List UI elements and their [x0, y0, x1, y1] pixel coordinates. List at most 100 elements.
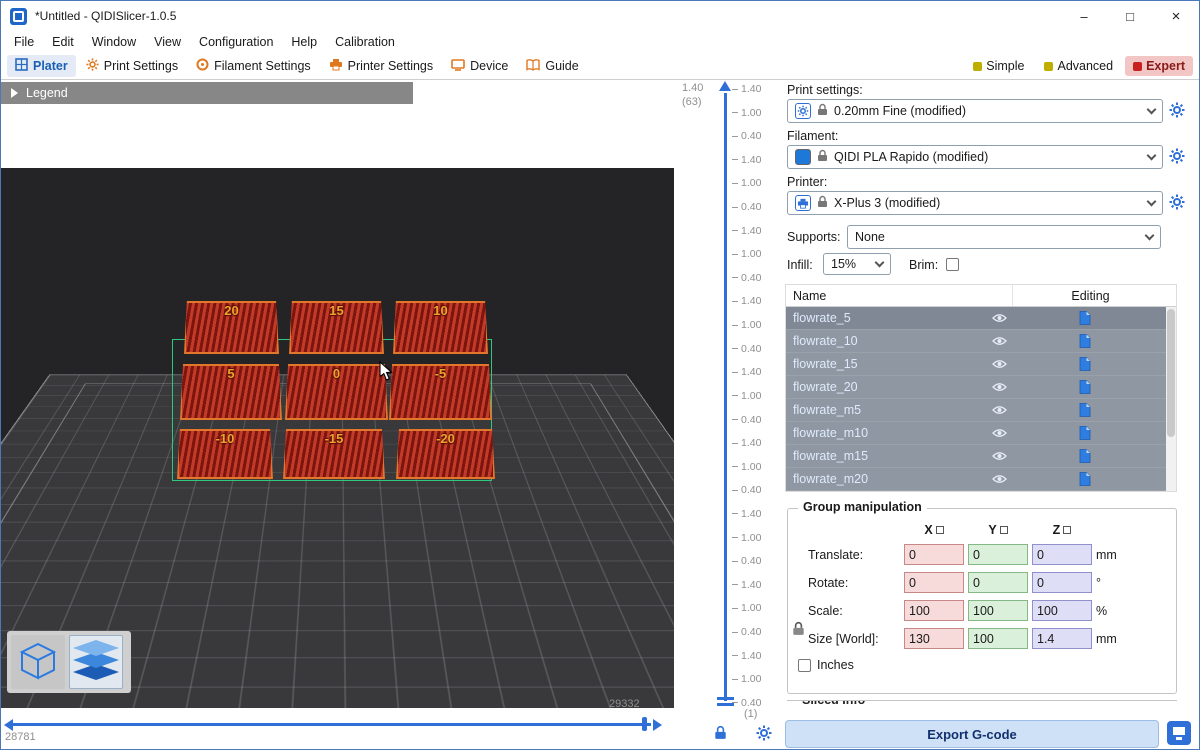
- object-row[interactable]: flowrate_15: [786, 353, 1166, 376]
- scale-lock-icon[interactable]: [792, 621, 805, 639]
- x-value-field[interactable]: 0: [904, 572, 964, 593]
- editing-column-header[interactable]: Editing: [1012, 285, 1168, 306]
- send-to-printer-icon[interactable]: [1167, 721, 1191, 748]
- tab-filament-settings[interactable]: Filament Settings: [188, 55, 319, 77]
- x-value-field[interactable]: 0: [904, 544, 964, 565]
- printer-combo[interactable]: X-Plus 3 (modified): [787, 191, 1163, 215]
- slider-settings-gear-icon[interactable]: [756, 725, 772, 746]
- y-value-field[interactable]: 0: [968, 572, 1028, 593]
- visibility-eye-icon[interactable]: [986, 382, 1012, 392]
- supports-combo[interactable]: None: [847, 225, 1161, 249]
- bed-object[interactable]: 20: [184, 301, 279, 354]
- visibility-eye-icon[interactable]: [986, 428, 1012, 438]
- maximize-button[interactable]: □: [1107, 1, 1153, 31]
- y-value-field[interactable]: 0: [968, 544, 1028, 565]
- mode-expert[interactable]: Expert: [1125, 56, 1193, 76]
- bed-object[interactable]: 15: [289, 301, 384, 354]
- bed-object[interactable]: 5: [180, 364, 282, 420]
- edit-page-icon[interactable]: [1012, 472, 1158, 486]
- close-button[interactable]: ×: [1153, 1, 1199, 31]
- bed-object[interactable]: -15: [283, 429, 385, 479]
- object-row[interactable]: flowrate_m5: [786, 399, 1166, 422]
- visibility-eye-icon[interactable]: [986, 474, 1012, 484]
- tab-print-settings[interactable]: Print Settings: [78, 55, 186, 77]
- z-value-field[interactable]: 0: [1032, 544, 1092, 565]
- object-row[interactable]: flowrate_5: [786, 307, 1166, 330]
- tab-device[interactable]: Device: [443, 56, 516, 77]
- infill-combo[interactable]: 15%: [823, 253, 891, 275]
- menu-view[interactable]: View: [145, 33, 190, 51]
- filament-gear-icon[interactable]: [1169, 148, 1187, 166]
- z-value-field[interactable]: 100: [1032, 600, 1092, 621]
- filament-combo[interactable]: QIDI PLA Rapido (modified): [787, 145, 1163, 169]
- bed-object[interactable]: 0: [285, 364, 388, 420]
- tab-guide[interactable]: Guide: [518, 56, 586, 77]
- tab-printer-settings[interactable]: Printer Settings: [321, 55, 441, 77]
- axis-select-icon[interactable]: [1000, 526, 1008, 534]
- editor-view-button[interactable]: [11, 635, 65, 689]
- object-row[interactable]: flowrate_m15: [786, 445, 1166, 468]
- mode-simple[interactable]: Simple: [965, 56, 1032, 76]
- printer-gear-icon[interactable]: [1169, 194, 1187, 212]
- visibility-eye-icon[interactable]: [986, 359, 1012, 369]
- y-value-field[interactable]: 100: [968, 600, 1028, 621]
- scrollbar-thumb[interactable]: [1167, 309, 1175, 437]
- axis-select-icon[interactable]: [1063, 526, 1071, 534]
- chevron-down-icon: [1147, 151, 1157, 161]
- tab-plater[interactable]: Plater: [7, 55, 76, 77]
- edit-page-icon[interactable]: [1012, 449, 1158, 463]
- edit-page-icon[interactable]: [1012, 334, 1158, 348]
- menu-help[interactable]: Help: [282, 33, 326, 51]
- print-settings-combo[interactable]: 0.20mm Fine (modified): [787, 99, 1163, 123]
- object-row[interactable]: flowrate_m20: [786, 468, 1166, 491]
- mode-advanced[interactable]: Advanced: [1036, 56, 1121, 76]
- menu-edit[interactable]: Edit: [43, 33, 83, 51]
- inches-checkbox[interactable]: [798, 659, 811, 672]
- preview-layers-button[interactable]: [69, 635, 123, 689]
- menu-calibration[interactable]: Calibration: [326, 33, 404, 51]
- visibility-eye-icon[interactable]: [986, 405, 1012, 415]
- name-column-header[interactable]: Name: [786, 289, 1012, 303]
- edit-page-icon[interactable]: [1012, 426, 1158, 440]
- bed-object[interactable]: -20: [396, 429, 495, 479]
- visibility-eye-icon[interactable]: [986, 313, 1012, 323]
- layer-slider-up-arrow[interactable]: [719, 81, 731, 91]
- move-slider-handle[interactable]: [642, 717, 647, 731]
- object-row[interactable]: flowrate_10: [786, 330, 1166, 353]
- menu-file[interactable]: File: [5, 33, 43, 51]
- object-row[interactable]: flowrate_m10: [786, 422, 1166, 445]
- export-gcode-button[interactable]: Export G-code: [785, 720, 1159, 748]
- print-settings-gear-icon[interactable]: [1169, 102, 1187, 120]
- edit-page-icon[interactable]: [1012, 357, 1158, 371]
- bed-object[interactable]: 10: [393, 301, 488, 354]
- minimize-button[interactable]: –: [1061, 1, 1107, 31]
- visibility-eye-icon[interactable]: [986, 451, 1012, 461]
- z-value-field[interactable]: 1.4: [1032, 628, 1092, 649]
- move-slider-left-arrow[interactable]: [4, 719, 13, 731]
- y-value-field[interactable]: 100: [968, 628, 1028, 649]
- object-row[interactable]: flowrate_20: [786, 376, 1166, 399]
- layer-slider-handle[interactable]: [717, 697, 734, 700]
- edit-page-icon[interactable]: [1012, 380, 1158, 394]
- bed-object[interactable]: -10: [177, 429, 273, 479]
- x-value-field[interactable]: 130: [904, 628, 964, 649]
- edit-page-icon[interactable]: [1012, 311, 1158, 325]
- legend-panel[interactable]: Legend: [1, 82, 413, 104]
- bed-object[interactable]: -5: [389, 364, 492, 420]
- layer-slider-handle-lower[interactable]: [717, 703, 734, 706]
- move-slider-right-arrow[interactable]: [653, 719, 662, 731]
- menu-configuration[interactable]: Configuration: [190, 33, 282, 51]
- inches-row: Inches: [788, 649, 1176, 672]
- x-value-field[interactable]: 100: [904, 600, 964, 621]
- visibility-eye-icon[interactable]: [986, 336, 1012, 346]
- menu-window[interactable]: Window: [83, 33, 145, 51]
- move-slider-track[interactable]: [13, 723, 651, 726]
- lock-slider-icon[interactable]: [714, 725, 727, 745]
- object-list-scrollbar[interactable]: [1166, 307, 1176, 491]
- brim-checkbox[interactable]: [946, 258, 959, 271]
- edit-page-icon[interactable]: [1012, 403, 1158, 417]
- axis-select-icon[interactable]: [936, 526, 944, 534]
- z-value-field[interactable]: 0: [1032, 572, 1092, 593]
- viewport-3d[interactable]: Legend 20 15 10 5 0 -5 -10 -15 -20 29332…: [1, 80, 674, 750]
- layer-slider-track[interactable]: [724, 93, 727, 701]
